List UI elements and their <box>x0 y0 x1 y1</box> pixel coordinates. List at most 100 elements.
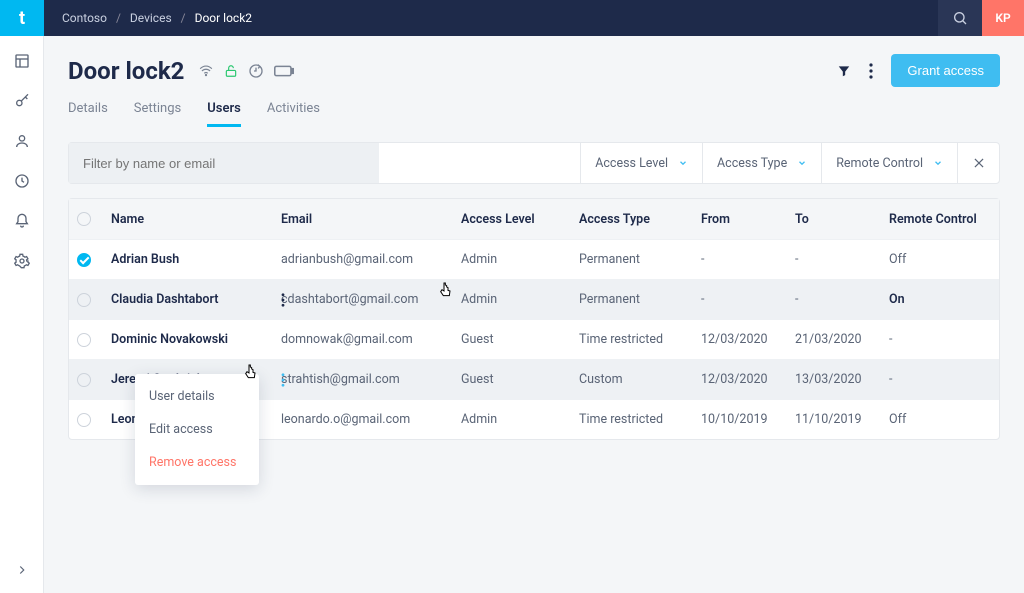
select-all-checkbox[interactable] <box>77 212 91 226</box>
cell-to: 13/03/2020 <box>795 372 889 387</box>
col-from[interactable]: From <box>701 212 795 227</box>
cell-remote: - <box>889 332 999 347</box>
cell-level: Admin <box>461 252 579 267</box>
unlock-icon <box>224 63 238 79</box>
row-actions[interactable] <box>273 293 293 307</box>
menu-user-details[interactable]: User details <box>135 380 259 413</box>
wifi-icon <box>198 64 214 78</box>
row-checkbox[interactable] <box>77 333 91 347</box>
close-icon <box>972 156 986 170</box>
cell-email: domnowak@gmail.com <box>281 332 461 347</box>
breadcrumb-current: Door lock2 <box>195 11 252 25</box>
grant-access-button[interactable]: Grant access <box>891 54 1000 87</box>
sidebar-expand[interactable] <box>13 561 31 579</box>
sidebar-item-settings[interactable] <box>13 252 31 270</box>
search-button[interactable] <box>938 0 982 36</box>
cell-name: Claudia Dashtabort <box>111 292 281 307</box>
filter-input[interactable] <box>69 143 379 183</box>
page-title: Door lock2 <box>68 57 184 85</box>
filter-label: Access Type <box>717 156 787 171</box>
cell-from: 12/03/2020 <box>701 332 795 347</box>
row-checkbox[interactable] <box>77 293 91 307</box>
menu-remove-access[interactable]: Remove access <box>135 446 259 479</box>
breadcrumb-sep: / <box>116 11 121 25</box>
main-content: Door lock2 Grant access Details Settings… <box>44 36 1024 593</box>
sync-icon <box>248 63 264 79</box>
cell-from: - <box>701 292 795 307</box>
clear-filters[interactable] <box>957 143 999 183</box>
table-header: Name Email Access Level Access Type From… <box>69 199 999 239</box>
col-to[interactable]: To <box>795 212 889 227</box>
more-vertical-icon <box>281 293 285 307</box>
avatar[interactable]: KP <box>982 0 1024 36</box>
table-row[interactable]: Dominic Novakowski domnowak@gmail.com Gu… <box>69 319 999 359</box>
tab-activities[interactable]: Activities <box>267 101 320 127</box>
gear-icon <box>14 253 30 269</box>
row-context-menu: User details Edit access Remove access <box>135 374 259 485</box>
tabs: Details Settings Users Activities <box>68 101 1000 128</box>
sidebar-item-alerts[interactable] <box>13 212 31 230</box>
row-checkbox[interactable] <box>77 373 91 387</box>
col-name[interactable]: Name <box>111 212 281 227</box>
sidebar <box>0 36 44 593</box>
cell-name: Dominic Novakowski <box>111 332 281 347</box>
cell-level: Admin <box>461 292 579 307</box>
cell-name: Adrian Bush <box>111 252 281 267</box>
tab-settings[interactable]: Settings <box>134 101 181 127</box>
breadcrumb-sep: / <box>181 11 186 25</box>
cell-to: - <box>795 292 889 307</box>
filter-access-type[interactable]: Access Type <box>702 143 821 183</box>
more-button[interactable] <box>869 63 873 79</box>
col-remote[interactable]: Remote Control <box>889 212 999 227</box>
bell-icon <box>14 213 30 229</box>
filter-access-level[interactable]: Access Level <box>580 143 702 183</box>
sidebar-item-analytics[interactable] <box>13 172 31 190</box>
col-level[interactable]: Access Level <box>461 212 579 227</box>
menu-edit-access[interactable]: Edit access <box>135 413 259 446</box>
funnel-icon <box>837 64 851 78</box>
cell-to: 11/10/2019 <box>795 412 889 427</box>
cell-from: - <box>701 252 795 267</box>
table-row[interactable]: Adrian Bush adrianbush@gmail.com Admin P… <box>69 239 999 279</box>
filter-bar: Access Level Access Type Remote Control <box>68 142 1000 184</box>
filter-toggle[interactable] <box>837 64 851 78</box>
search-icon <box>952 10 968 26</box>
cell-type: Permanent <box>579 292 701 307</box>
row-checkbox[interactable] <box>77 253 91 267</box>
filter-label: Remote Control <box>836 156 923 171</box>
row-actions[interactable] <box>273 373 293 387</box>
more-vertical-icon <box>281 373 285 387</box>
cell-type: Time restricted <box>579 412 701 427</box>
cell-remote: Off <box>889 252 999 267</box>
col-email[interactable]: Email <box>281 212 461 227</box>
more-vertical-icon <box>869 63 873 79</box>
chevron-down-icon <box>678 158 688 168</box>
breadcrumb-mid[interactable]: Devices <box>130 11 172 25</box>
battery-icon <box>274 65 294 77</box>
cell-email: cdashtabort@gmail.com <box>281 292 461 307</box>
chevron-down-icon <box>797 158 807 168</box>
tab-details[interactable]: Details <box>68 101 108 127</box>
user-icon <box>14 133 30 149</box>
layout-icon <box>14 53 30 69</box>
sidebar-item-keys[interactable] <box>13 92 31 110</box>
cell-email: adrianbush@gmail.com <box>281 252 461 267</box>
sidebar-item-dashboard[interactable] <box>13 52 31 70</box>
cell-email: leonardo.o@gmail.com <box>281 412 461 427</box>
breadcrumb-root[interactable]: Contoso <box>62 11 107 25</box>
tab-users[interactable]: Users <box>207 101 241 127</box>
cell-remote: On <box>889 292 999 307</box>
cell-remote: - <box>889 372 999 387</box>
cell-level: Guest <box>461 332 579 347</box>
cell-from: 12/03/2020 <box>701 372 795 387</box>
app-logo[interactable]: t <box>0 0 44 36</box>
sidebar-item-users[interactable] <box>13 132 31 150</box>
filter-remote-control[interactable]: Remote Control <box>821 143 957 183</box>
cell-level: Guest <box>461 372 579 387</box>
cell-remote: Off <box>889 412 999 427</box>
table-row[interactable]: Claudia Dashtabort cdashtabort@gmail.com… <box>69 279 999 319</box>
col-type[interactable]: Access Type <box>579 212 701 227</box>
row-checkbox[interactable] <box>77 413 91 427</box>
clock-icon <box>14 173 30 189</box>
cell-type: Permanent <box>579 252 701 267</box>
